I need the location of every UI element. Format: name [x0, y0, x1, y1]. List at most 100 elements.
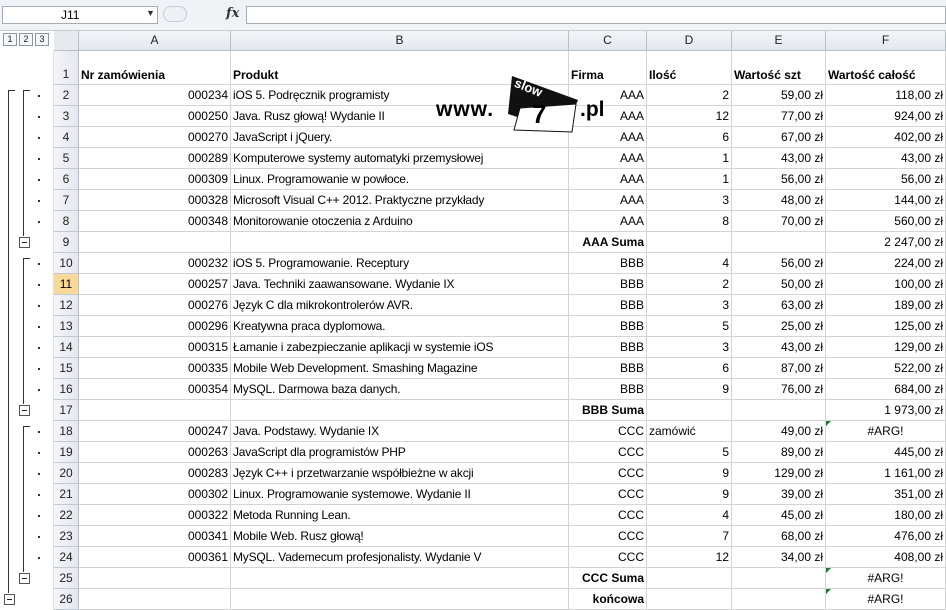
- cell-f14[interactable]: 129,00 zł: [826, 337, 946, 358]
- cell-c24[interactable]: CCC: [569, 547, 647, 568]
- cell-c10[interactable]: BBB: [569, 253, 647, 274]
- cell-b10[interactable]: iOS 5. Programowanie. Receptury: [231, 253, 569, 274]
- row-header-5[interactable]: 5: [54, 148, 79, 169]
- cell-e8[interactable]: 70,00 zł: [732, 211, 826, 232]
- cell-a24[interactable]: 000361: [79, 547, 231, 568]
- row-header-10[interactable]: 10: [54, 253, 79, 274]
- cell-d10[interactable]: 4: [647, 253, 732, 274]
- cell-c18[interactable]: CCC: [569, 421, 647, 442]
- cell-d17[interactable]: [647, 400, 732, 421]
- cell-c13[interactable]: BBB: [569, 316, 647, 337]
- cell-f23[interactable]: 476,00 zł: [826, 526, 946, 547]
- cell-f19[interactable]: 445,00 zł: [826, 442, 946, 463]
- cell-c22[interactable]: CCC: [569, 505, 647, 526]
- row-header-26[interactable]: 26: [54, 589, 79, 610]
- select-all-button[interactable]: [54, 31, 79, 51]
- column-header-c[interactable]: C: [569, 31, 647, 51]
- cell-e2[interactable]: 59,00 zł: [732, 85, 826, 106]
- row-header-20[interactable]: 20: [54, 463, 79, 484]
- cell-a2[interactable]: 000234: [79, 85, 231, 106]
- name-box-dropdown-icon[interactable]: ▼: [146, 8, 155, 18]
- cell-d18[interactable]: zamówić: [647, 421, 732, 442]
- cell-d19[interactable]: 5: [647, 442, 732, 463]
- cell-f17[interactable]: 1 973,00 zł: [826, 400, 946, 421]
- cell-f25[interactable]: #ARG!: [826, 568, 946, 589]
- cell-c6[interactable]: AAA: [569, 169, 647, 190]
- cell-e19[interactable]: 89,00 zł: [732, 442, 826, 463]
- cell-f10[interactable]: 224,00 zł: [826, 253, 946, 274]
- row-header-3[interactable]: 3: [54, 106, 79, 127]
- collapse-group-button[interactable]: [19, 405, 30, 416]
- cell-c25[interactable]: CCC Suma: [569, 568, 647, 589]
- cell-f8[interactable]: 560,00 zł: [826, 211, 946, 232]
- cell-b5[interactable]: Komputerowe systemy automatyki przemysło…: [231, 148, 569, 169]
- row-header-15[interactable]: 15: [54, 358, 79, 379]
- cell-c8[interactable]: AAA: [569, 211, 647, 232]
- cell-d25[interactable]: [647, 568, 732, 589]
- cell-a16[interactable]: 000354: [79, 379, 231, 400]
- formula-input[interactable]: [246, 6, 946, 24]
- cell-f2[interactable]: 118,00 zł: [826, 85, 946, 106]
- cell-d4[interactable]: 6: [647, 127, 732, 148]
- row-header-21[interactable]: 21: [54, 484, 79, 505]
- cell-f20[interactable]: 1 161,00 zł: [826, 463, 946, 484]
- cell-c12[interactable]: BBB: [569, 295, 647, 316]
- cell-f12[interactable]: 189,00 zł: [826, 295, 946, 316]
- cell-d12[interactable]: 3: [647, 295, 732, 316]
- cell-d1[interactable]: Ilość: [647, 51, 732, 85]
- cell-a11[interactable]: 000257: [79, 274, 231, 295]
- cell-c23[interactable]: CCC: [569, 526, 647, 547]
- insert-function-button[interactable]: fx: [226, 6, 239, 21]
- cell-c20[interactable]: CCC: [569, 463, 647, 484]
- cell-d8[interactable]: 8: [647, 211, 732, 232]
- cell-e23[interactable]: 68,00 zł: [732, 526, 826, 547]
- cell-a3[interactable]: 000250: [79, 106, 231, 127]
- cell-e24[interactable]: 34,00 zł: [732, 547, 826, 568]
- cell-f26[interactable]: #ARG!: [826, 589, 946, 610]
- cell-f3[interactable]: 924,00 zł: [826, 106, 946, 127]
- row-header-24[interactable]: 24: [54, 547, 79, 568]
- cell-a7[interactable]: 000328: [79, 190, 231, 211]
- cell-b18[interactable]: Java. Podstawy. Wydanie IX: [231, 421, 569, 442]
- column-header-e[interactable]: E: [732, 31, 826, 51]
- cell-f16[interactable]: 684,00 zł: [826, 379, 946, 400]
- cell-a14[interactable]: 000315: [79, 337, 231, 358]
- row-header-7[interactable]: 7: [54, 190, 79, 211]
- cell-f21[interactable]: 351,00 zł: [826, 484, 946, 505]
- cell-e21[interactable]: 39,00 zł: [732, 484, 826, 505]
- cell-b12[interactable]: Język C dla mikrokontrolerów AVR.: [231, 295, 569, 316]
- cell-f18[interactable]: #ARG!: [826, 421, 946, 442]
- cell-e4[interactable]: 67,00 zł: [732, 127, 826, 148]
- cell-e5[interactable]: 43,00 zł: [732, 148, 826, 169]
- cell-d5[interactable]: 1: [647, 148, 732, 169]
- name-box[interactable]: J11: [2, 6, 158, 24]
- cell-e3[interactable]: 77,00 zł: [732, 106, 826, 127]
- column-header-d[interactable]: D: [647, 31, 732, 51]
- cell-a8[interactable]: 000348: [79, 211, 231, 232]
- cell-a4[interactable]: 000270: [79, 127, 231, 148]
- cell-a18[interactable]: 000247: [79, 421, 231, 442]
- cell-c15[interactable]: BBB: [569, 358, 647, 379]
- cell-b24[interactable]: MySQL. Vademecum profesjonalisty. Wydani…: [231, 547, 569, 568]
- cell-e22[interactable]: 45,00 zł: [732, 505, 826, 526]
- cell-b25[interactable]: [231, 568, 569, 589]
- row-header-2[interactable]: 2: [54, 85, 79, 106]
- cell-d14[interactable]: 3: [647, 337, 732, 358]
- collapse-outer-group-button[interactable]: [4, 594, 15, 605]
- cell-d13[interactable]: 5: [647, 316, 732, 337]
- cell-e14[interactable]: 43,00 zł: [732, 337, 826, 358]
- row-header-12[interactable]: 12: [54, 295, 79, 316]
- cell-b7[interactable]: Microsoft Visual C++ 2012. Praktyczne pr…: [231, 190, 569, 211]
- cell-f22[interactable]: 180,00 zł: [826, 505, 946, 526]
- cell-a13[interactable]: 000296: [79, 316, 231, 337]
- cell-c7[interactable]: AAA: [569, 190, 647, 211]
- cell-e13[interactable]: 25,00 zł: [732, 316, 826, 337]
- column-header-a[interactable]: A: [79, 31, 231, 51]
- cell-d21[interactable]: 9: [647, 484, 732, 505]
- outline-level-2-button[interactable]: 2: [19, 33, 33, 46]
- cell-f13[interactable]: 125,00 zł: [826, 316, 946, 337]
- row-header-8[interactable]: 8: [54, 211, 79, 232]
- cell-f9[interactable]: 2 247,00 zł: [826, 232, 946, 253]
- row-header-6[interactable]: 6: [54, 169, 79, 190]
- cell-e10[interactable]: 56,00 zł: [732, 253, 826, 274]
